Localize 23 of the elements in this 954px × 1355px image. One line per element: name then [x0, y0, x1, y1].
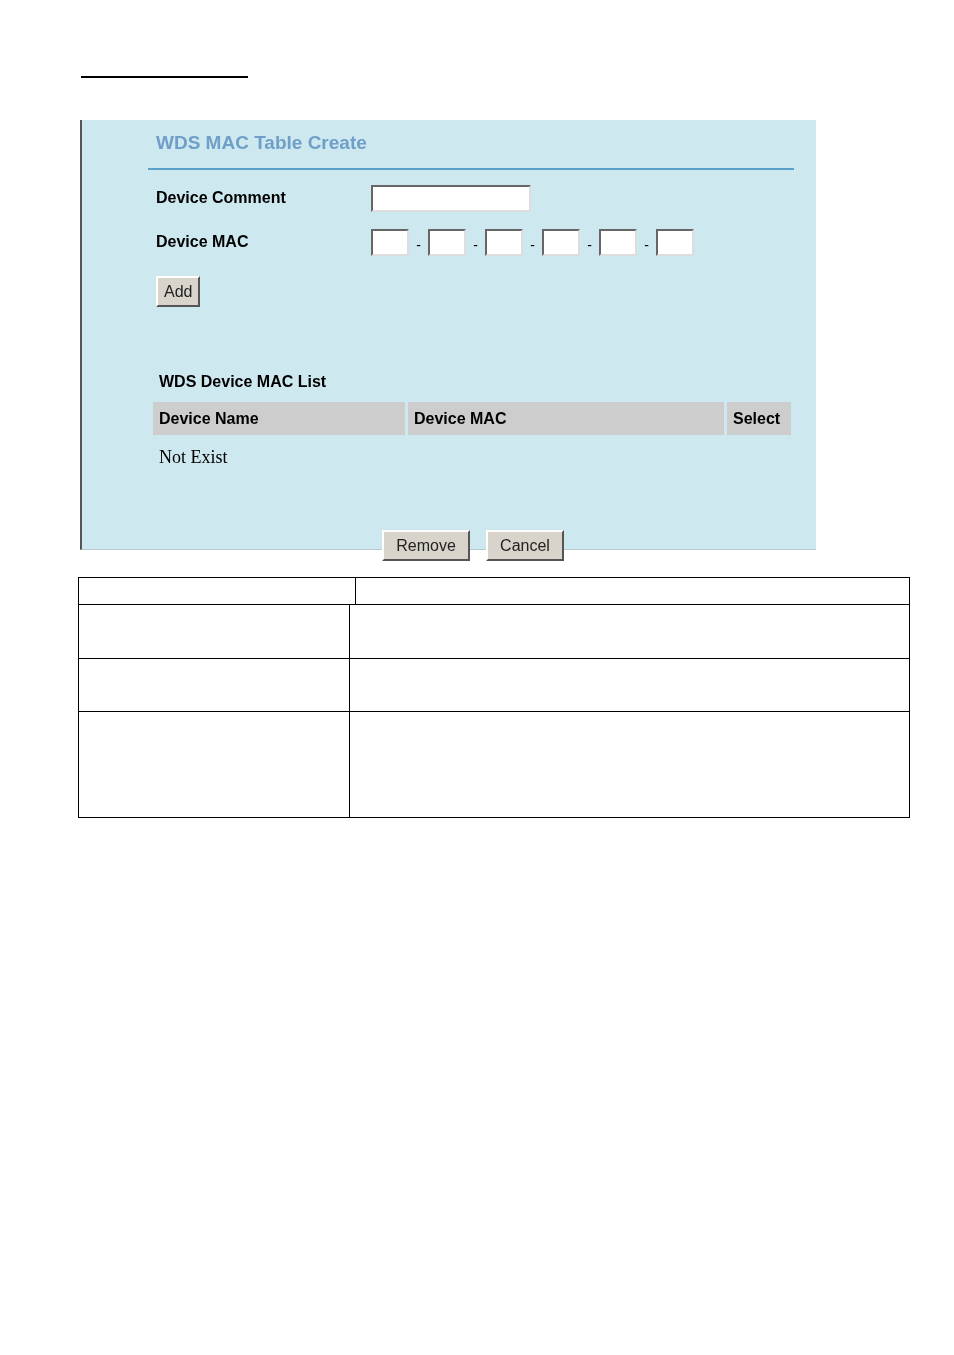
mac-octet-field[interactable] — [542, 228, 580, 256]
mac-octet-field[interactable] — [656, 228, 694, 256]
column-header: Select — [727, 402, 791, 435]
add-button[interactable]: Add — [156, 276, 201, 307]
separator-dash: - — [586, 235, 593, 255]
action-button[interactable]: Remove — [382, 530, 470, 561]
device-comment-field[interactable] — [371, 184, 531, 212]
panel-title: WDS MAC Table Create — [156, 132, 367, 153]
field-label: Device MAC — [156, 232, 250, 252]
separator-dash: - — [643, 235, 650, 255]
mac-octet-field[interactable] — [599, 228, 637, 256]
mac-octet-field[interactable] — [428, 228, 466, 256]
separator-dash: - — [472, 235, 479, 255]
empty-message: Not Exist — [159, 447, 228, 467]
mac-octet-field[interactable] — [485, 228, 523, 256]
action-button[interactable]: Cancel — [486, 530, 564, 561]
field-label: Device Comment — [156, 188, 287, 208]
column-header: Device Name — [153, 402, 405, 435]
separator-dash: - — [529, 235, 536, 255]
mac-octet-field[interactable] — [371, 228, 409, 256]
separator-dash: - — [415, 235, 422, 255]
column-header: Device MAC — [408, 402, 724, 435]
list-title: WDS Device MAC List — [159, 373, 327, 390]
